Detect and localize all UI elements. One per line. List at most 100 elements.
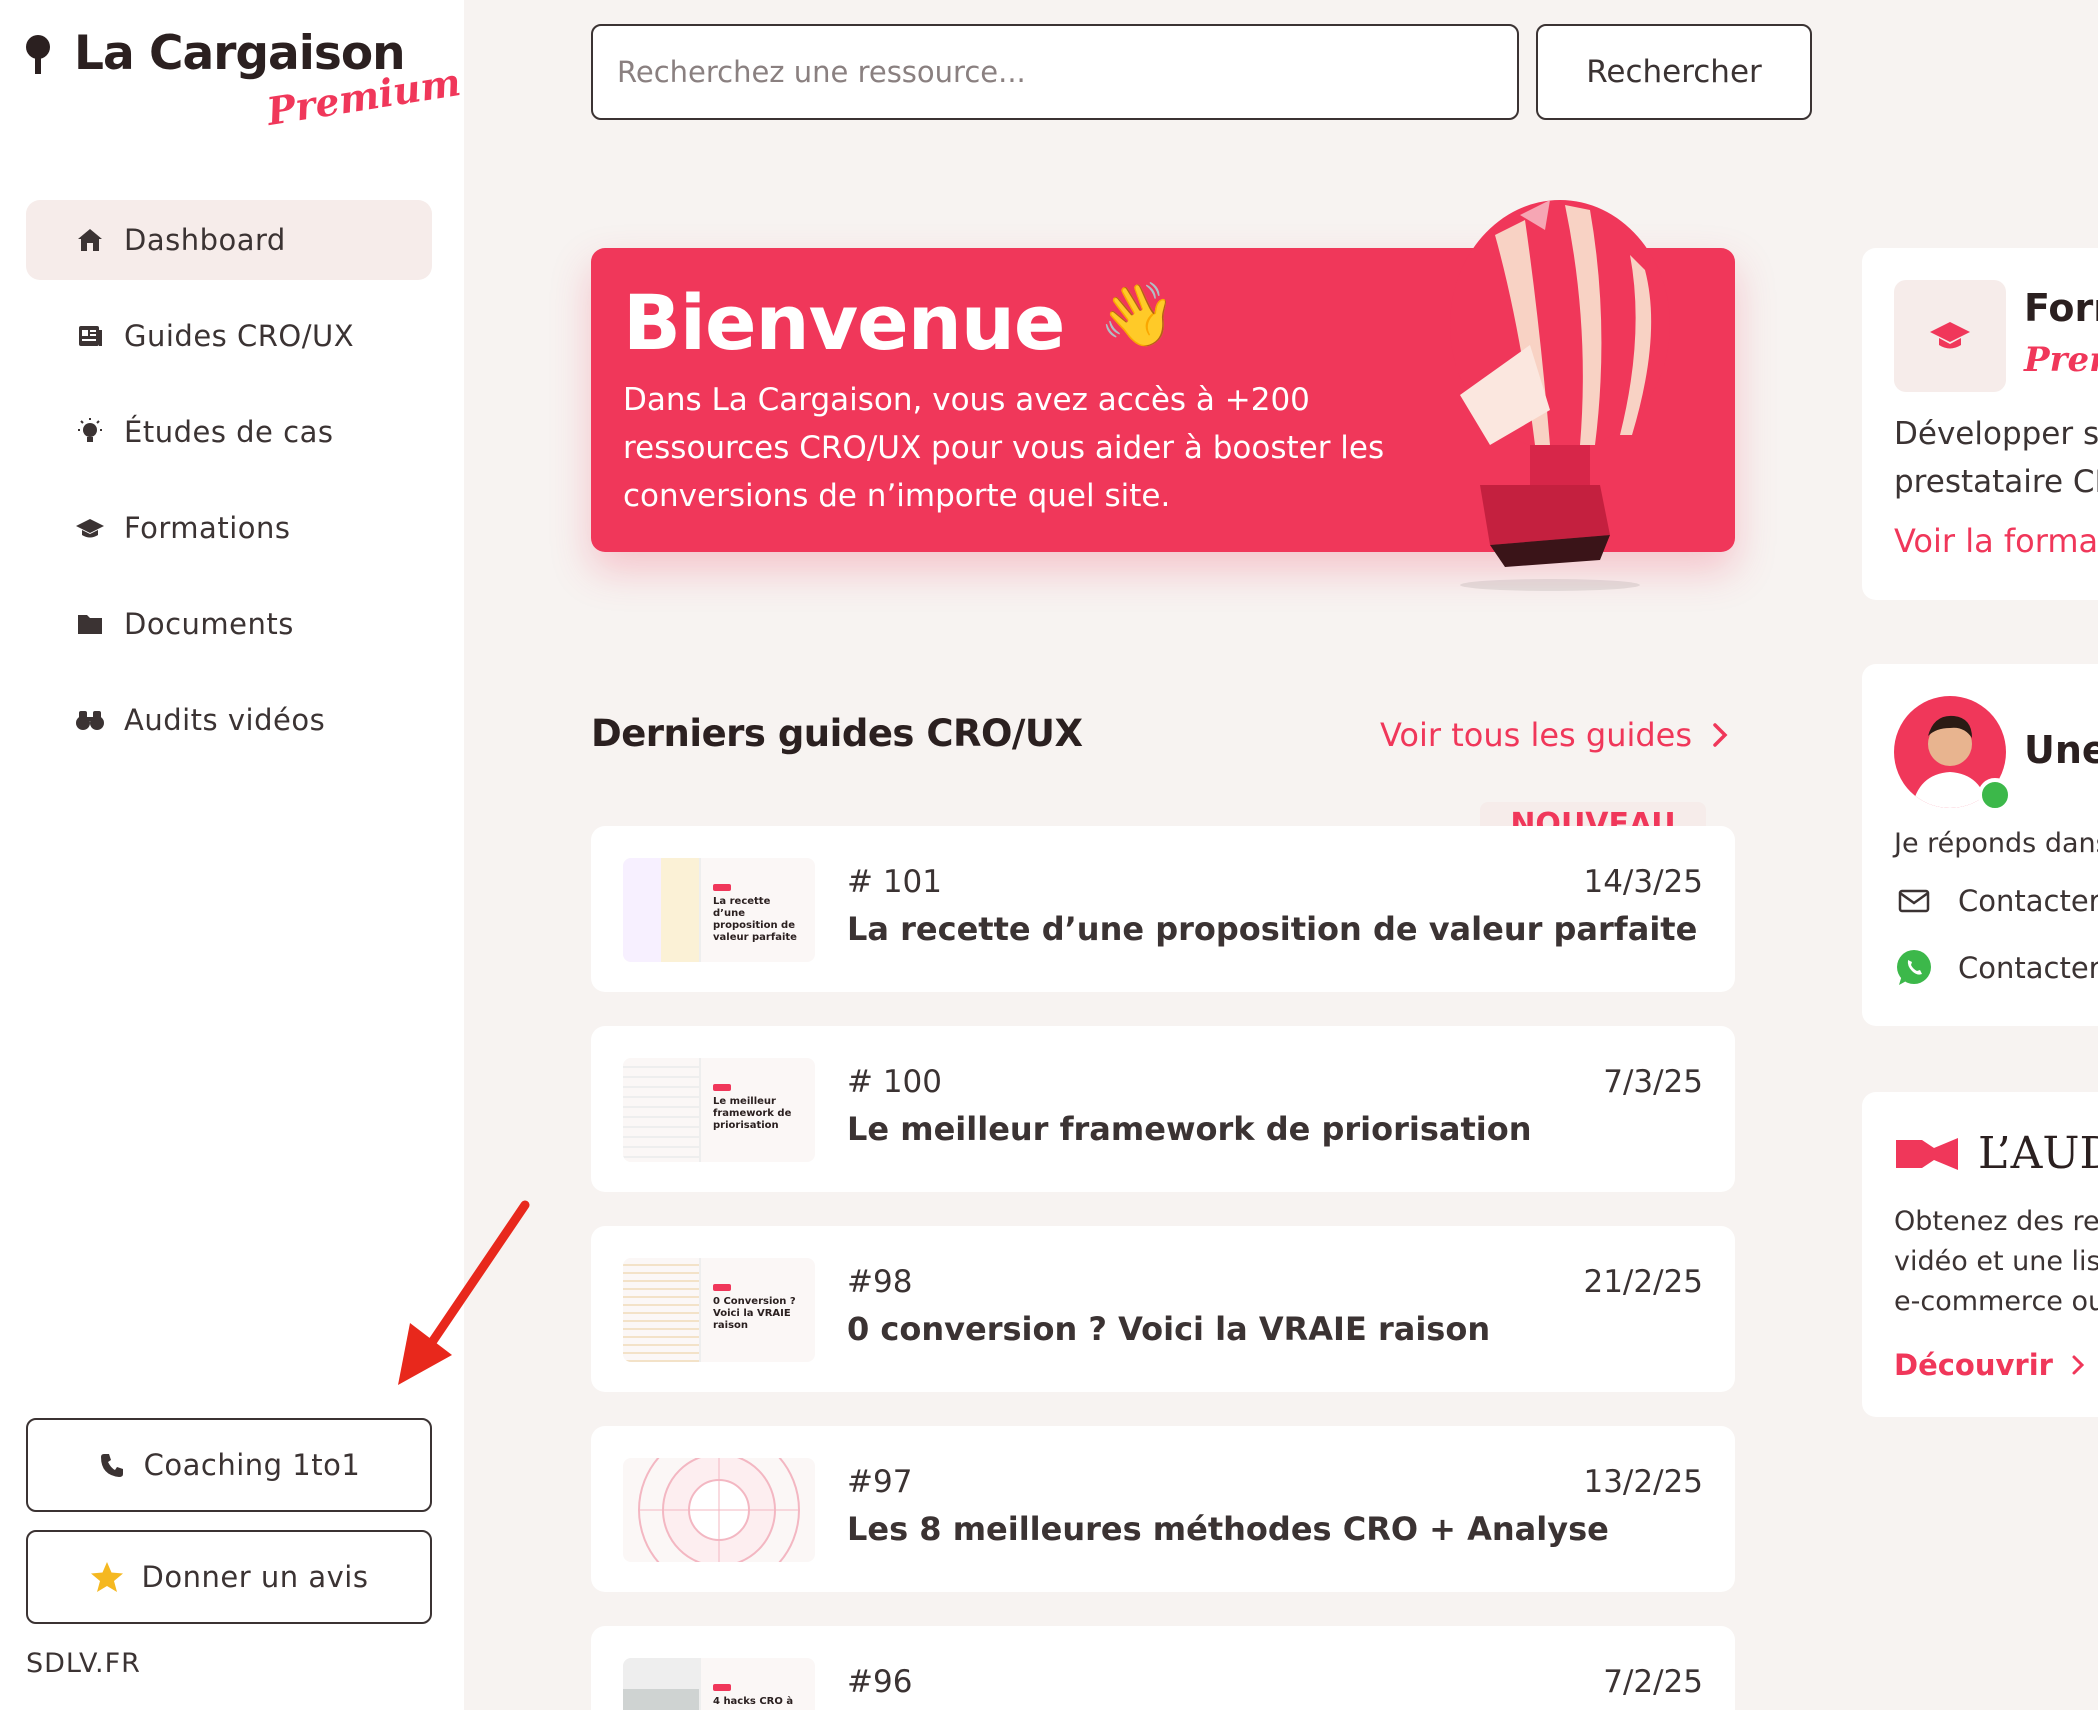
- balloon-pin-icon: [26, 35, 50, 74]
- star-icon: [90, 1561, 124, 1593]
- footer-link-sdlv[interactable]: SDLV.FR: [26, 1648, 141, 1679]
- guide-number: # 101: [847, 864, 942, 900]
- phone-icon: [98, 1451, 126, 1479]
- sidebar-item-guides[interactable]: Guides CRO/UX: [26, 296, 432, 376]
- home-icon: [74, 224, 106, 256]
- formation-link[interactable]: Voir la formation: [1894, 522, 2098, 560]
- mail-icon: [1894, 889, 1934, 913]
- coaching-button-label: Coaching 1to1: [143, 1448, 361, 1482]
- audit-text-line: Obtenez des recommandations: [1894, 1206, 2098, 1237]
- welcome-text: Dans La Cargaison, vous avez accès à +20…: [623, 382, 1385, 514]
- formation-text: Développer son activité de prestataire C…: [1894, 410, 2098, 506]
- contact-whatsapp-link[interactable]: Contacter sur WhatsApp: [1894, 948, 2098, 988]
- thumbnail-text: La recette d’une proposition de valeur p…: [713, 896, 797, 943]
- chevron-right-icon: [2071, 1354, 2085, 1376]
- sidebar-item-formations[interactable]: Formations: [26, 488, 432, 568]
- folder-icon: [74, 608, 106, 640]
- thumbnail-preview: [623, 858, 701, 962]
- guide-card[interactable]: #97 13/2/25 Les 8 meilleures méthodes CR…: [591, 1426, 1735, 1592]
- chevron-right-icon: [1712, 722, 1728, 748]
- sidebar-item-label: Audits vidéos: [124, 703, 326, 737]
- contact-email-link[interactable]: Contacter par email: [1894, 884, 2098, 918]
- guide-thumbnail: 4 hacks CRO à: [623, 1658, 815, 1710]
- guide-number: #97: [847, 1464, 913, 1500]
- welcome-title: Bienvenue: [623, 278, 1065, 367]
- review-button-label: Donner un avis: [141, 1560, 369, 1594]
- thumbnail-text: Le meilleur framework de priorisation: [713, 1096, 792, 1131]
- sidebar-item-documents[interactable]: Documents: [26, 584, 432, 664]
- formation-card: Formation Premium Développer son activit…: [1862, 248, 2098, 600]
- search-button[interactable]: Rechercher: [1536, 24, 1812, 120]
- coaching-button[interactable]: Coaching 1to1: [26, 1418, 432, 1512]
- guide-number: #96: [847, 1664, 913, 1700]
- guide-title: Le meilleur framework de priorisation: [847, 1110, 1532, 1148]
- graduation-cap-icon: [74, 512, 106, 544]
- binoculars-icon: [74, 704, 106, 736]
- sidebar-item-label: Études de cas: [124, 415, 334, 449]
- contact-heading: Une question ?: [2024, 728, 2098, 772]
- thumbnail-text: 4 hacks CRO à: [713, 1696, 794, 1707]
- red-arrow-annotation: [398, 1200, 530, 1385]
- sidebar-item-label: Dashboard: [124, 223, 286, 257]
- sidebar-item-dashboard[interactable]: Dashboard: [26, 200, 432, 280]
- contact-whatsapp-label: Contacter sur WhatsApp: [1958, 951, 2098, 985]
- search-input[interactable]: [591, 24, 1519, 120]
- see-all-guides-label: Voir tous les guides: [1380, 716, 1693, 754]
- audit-card: L’AUDIT Obtenez des recommandations vidé…: [1862, 1092, 2098, 1417]
- sidebar-item-video-audits[interactable]: Audits vidéos: [26, 680, 432, 760]
- guide-card[interactable]: 0 Conversion ? Voici la VRAIE raison #98…: [591, 1226, 1735, 1392]
- guide-thumbnail: Le meilleur framework de priorisation: [623, 1058, 815, 1162]
- guide-number: # 100: [847, 1064, 942, 1100]
- sidebar-item-label: Guides CRO/UX: [124, 319, 355, 353]
- waving-hand-icon: 👋: [1099, 278, 1177, 351]
- thumbnail-tag: [713, 884, 731, 891]
- hot-air-balloon-illustration: [1450, 200, 1670, 591]
- guide-title: Les 8 meilleures méthodes CRO + Analyse: [847, 1510, 1609, 1548]
- guide-number: #98: [847, 1264, 913, 1300]
- thumbnail-tag: [713, 1684, 731, 1691]
- guide-date: 13/2/25: [1583, 1464, 1703, 1500]
- thumbnail-tag: [713, 1084, 731, 1091]
- guide-date: 14/3/25: [1583, 864, 1703, 900]
- audit-text-line: vidéo et une liste d’actions: [1894, 1246, 2098, 1277]
- brand-title: La Cargaison: [74, 26, 406, 81]
- guide-card[interactable]: Le meilleur framework de priorisation # …: [591, 1026, 1735, 1192]
- video-camera-icon: [1896, 1137, 1958, 1170]
- graduation-cap-icon: [1894, 280, 2006, 392]
- audit-discover-link[interactable]: Découvrir: [1894, 1348, 2085, 1382]
- guide-card[interactable]: 4 hacks CRO à #96 7/2/25: [591, 1626, 1735, 1710]
- audit-text-line: e-commerce ou SaaS: [1894, 1286, 2098, 1317]
- guide-title: 0 conversion ? Voici la VRAIE raison: [847, 1310, 1491, 1348]
- sidebar-item-label: Documents: [124, 607, 294, 641]
- guide-date: 21/2/25: [1583, 1264, 1703, 1300]
- contact-card: Une question ? Je réponds dans la journé…: [1862, 664, 2098, 1026]
- thumbnail-tag: [713, 1284, 731, 1291]
- lightbulb-icon: [74, 416, 106, 448]
- thumbnail-preview: [623, 1658, 701, 1710]
- sidebar-item-case-studies[interactable]: Études de cas: [26, 392, 432, 472]
- contact-response-text: Je réponds dans la journée: [1894, 828, 2098, 859]
- guide-card[interactable]: La recette d’une proposition de valeur p…: [591, 826, 1735, 992]
- thumbnail-preview: [623, 1058, 701, 1162]
- guide-thumbnail: La recette d’une proposition de valeur p…: [623, 858, 815, 962]
- review-button[interactable]: Donner un avis: [26, 1530, 432, 1624]
- audit-logo: L’AUDIT: [1894, 1128, 2098, 1179]
- see-all-guides-link[interactable]: Voir tous les guides: [1380, 716, 1728, 754]
- guide-date: 7/2/25: [1603, 1664, 1703, 1700]
- brand-logo[interactable]: La Cargaison Premium: [24, 26, 464, 134]
- thumbnail-diagram: [638, 1458, 800, 1562]
- guide-thumbnail: 0 Conversion ? Voici la VRAIE raison: [623, 1258, 815, 1362]
- formation-text-line: prestataire CRO: [1894, 464, 2098, 500]
- whatsapp-icon: [1894, 948, 1934, 988]
- guide-title: La recette d’une proposition de valeur p…: [847, 910, 1698, 948]
- guide-thumbnail: [623, 1458, 815, 1562]
- latest-guides-title: Derniers guides CRO/UX: [591, 712, 1083, 755]
- audit-text: Obtenez des recommandations vidéo et une…: [1894, 1202, 2098, 1322]
- audit-title: L’AUDIT: [1978, 1128, 2098, 1179]
- online-status-dot: [1978, 778, 2012, 812]
- sidebar: La Cargaison Premium Dashboard Guides CR…: [0, 0, 530, 1710]
- contact-email-label: Contacter par email: [1958, 884, 2098, 918]
- formation-subtitle: Premium: [2024, 340, 2098, 380]
- formation-heading: Formation: [2024, 286, 2098, 330]
- sidebar-nav: Dashboard Guides CRO/UX Études de cas Fo…: [26, 200, 432, 776]
